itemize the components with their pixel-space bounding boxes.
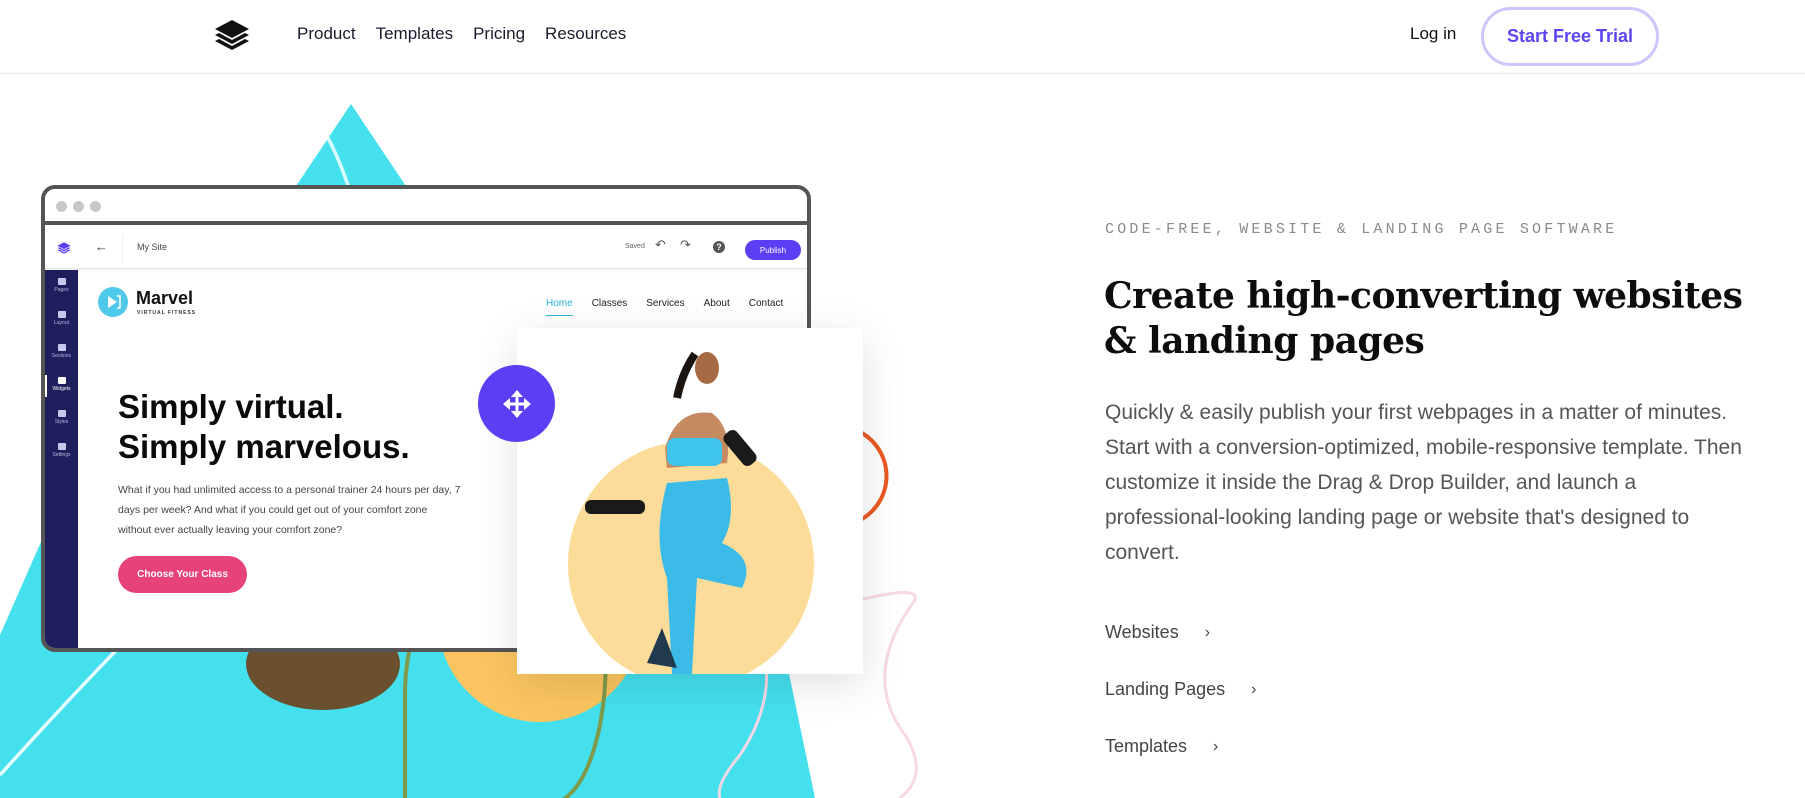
chevron-right-icon: ›	[1251, 680, 1257, 698]
builder-toolbar: ← My Site Saved ↶ ↷ ? Publish	[45, 229, 807, 269]
orange-arc	[860, 431, 889, 521]
chevron-right-icon: ›	[1213, 737, 1219, 755]
save-status: Saved	[625, 243, 645, 250]
link-websites[interactable]: Websites ›	[1105, 604, 1256, 661]
logo-icon[interactable]	[211, 18, 253, 52]
sidebar-label: Sections	[51, 353, 72, 359]
sidebar-item-layout[interactable]: Layout	[45, 311, 78, 326]
start-free-trial-button[interactable]: Start Free Trial	[1481, 7, 1659, 66]
window-dot	[90, 201, 101, 212]
hero-links: Websites › Landing Pages › Templates ›	[1105, 604, 1256, 775]
back-arrow-icon[interactable]: ←	[95, 239, 108, 254]
site-body-text: What if you had unlimited access to a pe…	[118, 484, 461, 536]
site-nav-classes[interactable]: Classes	[592, 298, 628, 316]
site-nav-services[interactable]: Services	[646, 298, 684, 316]
top-navigation: Product Templates Pricing Resources Log …	[0, 0, 1805, 74]
fitness-photo-widget[interactable]	[517, 328, 863, 674]
site-nav-about[interactable]: About	[704, 298, 730, 316]
main-nav: Product Templates Pricing Resources	[297, 24, 626, 44]
sidebar-item-settings[interactable]: Settings	[45, 443, 78, 458]
sidebar-label: Layout	[53, 320, 69, 326]
window-dot	[73, 201, 84, 212]
link-label: Templates	[1105, 736, 1188, 756]
site-nav-home[interactable]: Home	[546, 298, 573, 316]
login-link[interactable]: Log in	[1410, 24, 1456, 44]
sections-icon	[57, 344, 66, 351]
site-headline: Simply virtual. Simply marvelous.	[118, 387, 410, 467]
sidebar-label: Widgets	[52, 386, 71, 392]
widgets-icon	[57, 377, 66, 384]
brand-tagline: VIRTUAL FITNESS	[137, 310, 197, 316]
site-nav-contact[interactable]: Contact	[749, 298, 783, 316]
site-name: My Site	[137, 242, 168, 252]
site-nav: Home Classes Services About Contact	[546, 298, 783, 316]
nav-templates[interactable]: Templates	[376, 24, 453, 44]
hero-headline: Create high-converting websites & landin…	[1104, 275, 1743, 362]
sidebar-label: Pages	[54, 287, 69, 293]
link-templates[interactable]: Templates ›	[1105, 718, 1256, 775]
fitness-woman-image	[568, 351, 814, 674]
window-chrome	[45, 189, 807, 225]
pink-wave-right	[859, 591, 918, 798]
choose-class-button[interactable]: Choose Your Class	[118, 556, 247, 593]
site-headline-line1: Simply virtual.	[118, 388, 344, 425]
builder-logo-icon	[57, 242, 71, 254]
sidebar-item-widgets[interactable]: Widgets	[45, 375, 78, 397]
sidebar-label: Styles	[54, 419, 69, 425]
gear-icon	[57, 443, 66, 450]
pages-icon	[57, 278, 66, 285]
sidebar-item-sections[interactable]: Sections	[45, 344, 78, 359]
publish-button[interactable]: Publish	[745, 240, 801, 260]
nav-pricing[interactable]: Pricing	[473, 24, 525, 44]
marvel-logo-icon	[98, 287, 128, 317]
hero-eyebrow: CODE-FREE, WEBSITE & LANDING PAGE SOFTWA…	[1105, 221, 1618, 238]
nav-product[interactable]: Product	[297, 24, 356, 44]
toolbar-divider	[122, 235, 123, 263]
redo-icon[interactable]: ↷	[680, 237, 691, 253]
hero-description: Quickly & easily publish your first webp…	[1105, 401, 1742, 564]
chevron-right-icon: ›	[1204, 623, 1211, 641]
layers-icon	[57, 311, 66, 318]
move-handle[interactable]	[478, 365, 555, 442]
link-label: Landing Pages	[1105, 679, 1226, 699]
sidebar-label: Settings	[52, 452, 71, 458]
sidebar-item-pages[interactable]: Pages	[45, 278, 78, 293]
link-landing-pages[interactable]: Landing Pages ›	[1105, 661, 1256, 718]
help-icon[interactable]: ?	[713, 241, 725, 253]
window-dot	[56, 201, 67, 212]
sidebar-item-styles[interactable]: Styles	[45, 410, 78, 425]
builder-sidebar: Pages Layout Sections Widgets Styles Set…	[45, 270, 78, 648]
undo-icon[interactable]: ↶	[655, 237, 666, 253]
link-label: Websites	[1105, 622, 1179, 642]
nav-resources[interactable]: Resources	[545, 24, 626, 44]
brand-name: Marvel	[136, 288, 194, 308]
move-arrows-icon	[502, 389, 531, 418]
site-headline-line2: Simply marvelous.	[118, 428, 410, 465]
brush-icon	[57, 410, 66, 417]
